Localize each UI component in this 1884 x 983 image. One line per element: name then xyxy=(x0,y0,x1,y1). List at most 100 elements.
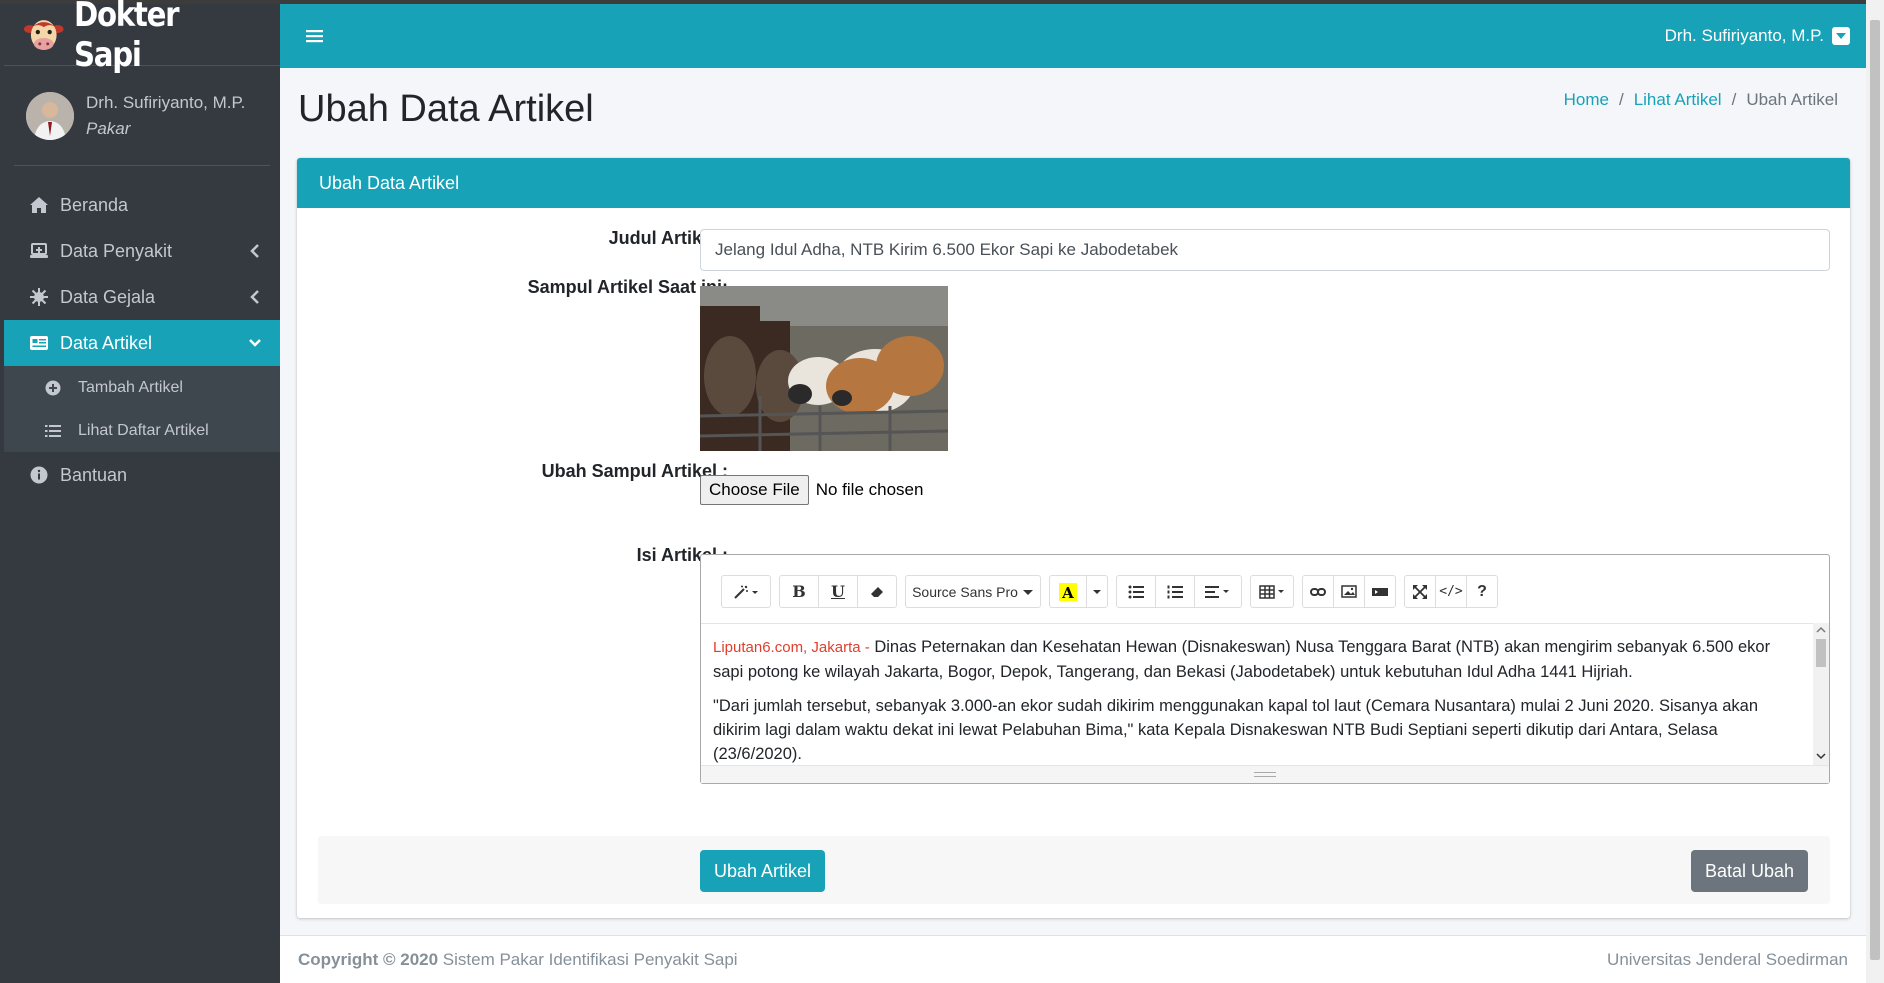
image-icon xyxy=(1341,585,1357,598)
help-button[interactable]: ? xyxy=(1466,575,1498,608)
content-paragraph: Liputan6.com, Jakarta - Dinas Peternakan… xyxy=(713,635,1799,684)
video-button[interactable] xyxy=(1364,575,1396,608)
caret-down-icon xyxy=(1093,589,1101,594)
file-status: No file chosen xyxy=(815,480,924,499)
virus-icon xyxy=(28,286,50,308)
newspaper-icon xyxy=(28,332,50,354)
footer-copyright: Copyright © 2020 xyxy=(298,949,439,969)
breadcrumb-lihat-artikel[interactable]: Lihat Artikel xyxy=(1634,90,1722,110)
underline-button[interactable]: U xyxy=(818,575,858,608)
font-color-dropdown[interactable] xyxy=(1086,575,1108,608)
sidebar-item-label: Tambah Artikel xyxy=(78,378,183,396)
home-icon xyxy=(28,194,50,216)
sidebar-nav: Beranda Data Penyakit Data Gejala Data A… xyxy=(4,182,280,498)
card-header: Ubah Data Artikel xyxy=(297,158,1850,208)
list-icon xyxy=(44,422,62,440)
file-input[interactable]: Choose File No file chosen xyxy=(700,475,923,505)
cancel-button[interactable]: Batal Ubah xyxy=(1690,850,1808,892)
page-title: Ubah Data Artikel xyxy=(298,88,594,130)
content-paragraph-1: Dinas Peternakan dan Kesehatan Hewan (Di… xyxy=(713,638,1771,681)
align-left-icon xyxy=(1205,585,1229,598)
fullscreen-button[interactable] xyxy=(1404,575,1436,608)
editor-toolbar: B U Source Sans Pro A </> ? xyxy=(721,575,1506,608)
sidebar-item-beranda[interactable]: Beranda xyxy=(4,182,280,228)
footer-system: Sistem Pakar Identifikasi Penyakit Sapi xyxy=(438,949,738,969)
title-input[interactable] xyxy=(700,229,1830,271)
code-view-button[interactable]: </> xyxy=(1435,575,1467,608)
content-source: Liputan6.com, Jakarta - xyxy=(713,639,870,656)
link-button[interactable] xyxy=(1302,575,1334,608)
unordered-list-icon xyxy=(1128,585,1144,598)
laptop-medical-icon xyxy=(28,240,50,262)
info-circle-icon xyxy=(28,464,50,486)
ordered-list-button[interactable] xyxy=(1155,575,1195,608)
image-button[interactable] xyxy=(1333,575,1365,608)
sidebar-item-label: Beranda xyxy=(60,194,129,215)
chevron-left-icon xyxy=(250,244,259,258)
fullscreen-icon xyxy=(1413,584,1427,599)
editor-scrollbar[interactable] xyxy=(1813,623,1829,765)
paragraph-align-dropdown[interactable] xyxy=(1194,575,1242,608)
breadcrumb-separator: / xyxy=(1618,90,1624,109)
ordered-list-icon xyxy=(1167,585,1183,598)
user-panel[interactable]: Drh. Sufiriyanto, M.P. Pakar xyxy=(14,66,270,166)
eraser-icon xyxy=(871,586,883,597)
sidebar-subnav: Tambah Artikel Lihat Daftar Artikel xyxy=(4,366,280,452)
brand[interactable]: Dokter Sapi xyxy=(4,0,280,75)
font-color-button[interactable]: A xyxy=(1049,575,1087,608)
sidebar-item-data-penyakit[interactable]: Data Penyakit xyxy=(4,228,280,274)
user-menu[interactable]: Drh. Sufiriyanto, M.P. xyxy=(1665,4,1850,68)
content-wrapper: Ubah Data Artikel Home / Lihat Artikel /… xyxy=(280,68,1866,983)
editor-resize-handle[interactable] xyxy=(701,765,1829,783)
sidebar-item-data-gejala[interactable]: Data Gejala xyxy=(4,274,280,320)
user-role: Pakar xyxy=(86,118,131,138)
breadcrumb-separator: / xyxy=(1731,90,1737,109)
sidebar-item-label: Data Artikel xyxy=(60,332,153,353)
caret-down-icon xyxy=(1832,27,1850,45)
rich-text-editor: B U Source Sans Pro A </> ? Liputan6.com… xyxy=(700,554,1830,784)
editor-content[interactable]: Liputan6.com, Jakarta - Dinas Peternakan… xyxy=(701,623,1829,765)
font-family-dropdown[interactable]: Source Sans Pro xyxy=(905,575,1041,608)
magic-wand-icon xyxy=(734,585,758,599)
caret-down-icon xyxy=(1022,589,1033,595)
eraser-button[interactable] xyxy=(857,575,897,608)
avatar xyxy=(26,91,74,140)
edit-article-card: Ubah Data Artikel Judul Artikel : Sampul… xyxy=(297,158,1850,918)
sidebar-item-bantuan[interactable]: Bantuan xyxy=(4,452,280,498)
content-paragraph-2: "Dari jumlah tersebut, sebanyak 3.000-an… xyxy=(713,697,1759,763)
chevron-down-icon xyxy=(249,339,261,347)
sidebar: Dokter Sapi Drh. Sufiriyanto, M.P. Pakar… xyxy=(4,0,280,983)
link-icon xyxy=(1310,587,1326,596)
card-footer: Ubah Artikel Batal Ubah xyxy=(318,836,1830,904)
submit-button[interactable]: Ubah Artikel xyxy=(700,850,826,892)
sidebar-item-label: Data Penyakit xyxy=(60,240,173,261)
cow-icon xyxy=(24,19,64,50)
table-icon xyxy=(1259,584,1284,599)
cover-label: Sampul Artikel Saat ini: xyxy=(527,277,728,297)
font-color-icon: A xyxy=(1059,582,1077,601)
main-footer: Copyright © 2020 Sistem Pakar Identifika… xyxy=(280,935,1866,983)
bold-button[interactable]: B xyxy=(779,575,819,608)
page-scrollbar[interactable] xyxy=(1866,0,1884,983)
sidebar-item-tambah-artikel[interactable]: Tambah Artikel xyxy=(4,366,280,409)
hamburger-menu-icon[interactable] xyxy=(306,27,324,45)
plus-circle-icon xyxy=(44,379,62,397)
breadcrumb-current: Ubah Artikel xyxy=(1746,90,1838,109)
brand-name: Dokter Sapi xyxy=(73,0,180,75)
table-dropdown[interactable] xyxy=(1250,575,1294,608)
sidebar-item-label: Lihat Daftar Artikel xyxy=(78,421,209,439)
font-name: Source Sans Pro xyxy=(912,583,1018,600)
top-navbar: Drh. Sufiriyanto, M.P. xyxy=(280,4,1866,68)
footer-institution: Universitas Jenderal Soedirman xyxy=(1607,949,1848,969)
chevron-left-icon xyxy=(250,290,259,304)
sidebar-item-data-artikel[interactable]: Data Artikel xyxy=(4,320,280,366)
unordered-list-button[interactable] xyxy=(1116,575,1156,608)
user-name: Drh. Sufiriyanto, M.P. xyxy=(86,92,246,112)
sidebar-item-lihat-daftar-artikel[interactable]: Lihat Daftar Artikel xyxy=(4,409,280,452)
magic-style-button[interactable] xyxy=(721,575,771,608)
sidebar-item-label: Bantuan xyxy=(60,464,128,485)
user-menu-label: Drh. Sufiriyanto, M.P. xyxy=(1664,26,1824,45)
choose-file-button[interactable]: Choose File xyxy=(700,475,809,505)
sidebar-item-label: Data Gejala xyxy=(60,286,156,307)
breadcrumb-home[interactable]: Home xyxy=(1564,90,1609,110)
